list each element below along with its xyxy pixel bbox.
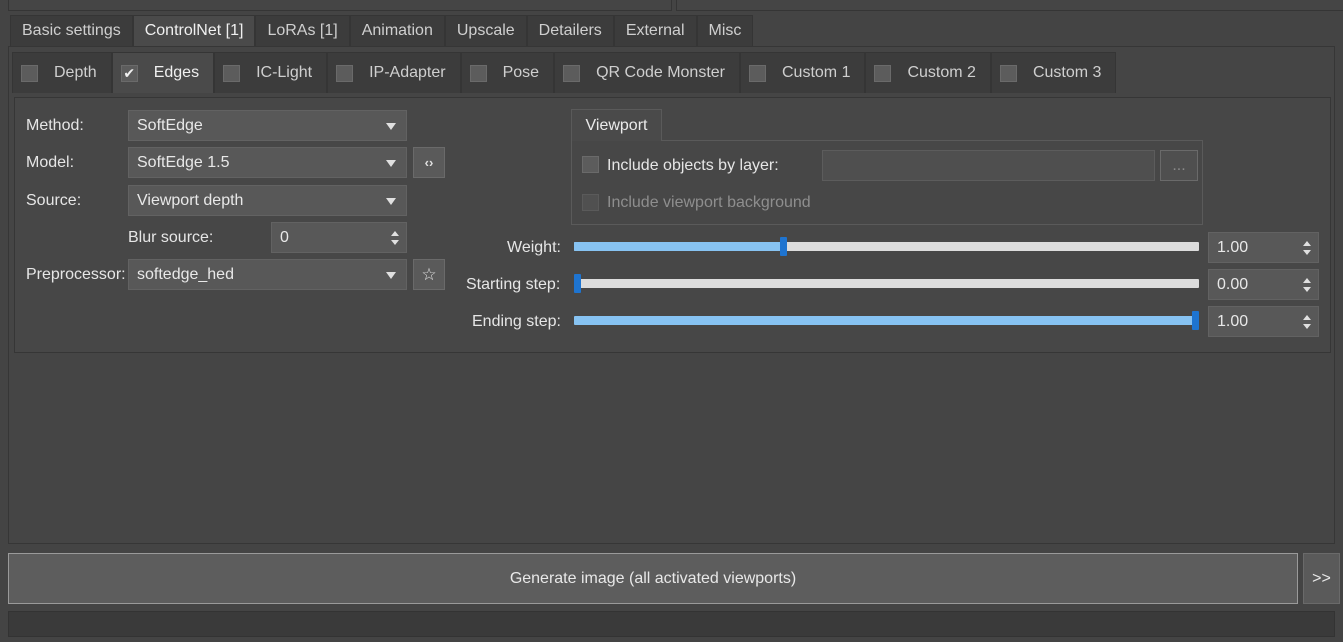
tab-controlnet[interactable]: ControlNet [1] <box>132 15 256 46</box>
viewport-tab[interactable]: Viewport <box>571 109 662 141</box>
tab-external[interactable]: External <box>613 15 697 46</box>
weight-spinbox[interactable]: 1.00 <box>1208 232 1319 263</box>
ending-step-slider-track[interactable] <box>574 316 1199 325</box>
tab-upscale[interactable]: Upscale <box>444 15 527 46</box>
status-bar <box>8 611 1335 637</box>
refresh-icon: ‹› <box>424 155 434 170</box>
custom-1-checkbox[interactable] <box>749 64 766 82</box>
preprocessor-select[interactable]: softedge_hed <box>128 259 407 290</box>
source-label: Source: <box>26 192 82 209</box>
blur-source-label: Blur source: <box>128 229 214 246</box>
include-background-checkbox[interactable] <box>582 194 599 211</box>
starting-step-spinbox[interactable]: 0.00 <box>1208 269 1319 300</box>
preprocessor-label: Preprocessor: <box>26 266 126 283</box>
ip-adapter-checkbox[interactable] <box>336 64 354 82</box>
method-label: Method: <box>26 117 84 134</box>
chevron-down-icon <box>386 197 396 205</box>
ending-step-slider-fill <box>574 316 1199 325</box>
subtab-edges[interactable]: ✔ Edges <box>111 52 215 93</box>
spin-down-icon[interactable] <box>391 239 399 245</box>
subtab-custom-1[interactable]: Custom 1 <box>740 52 866 93</box>
spin-down-icon[interactable] <box>1303 323 1311 329</box>
model-select[interactable]: SoftEdge 1.5 <box>128 147 407 178</box>
starting-step-slider-track[interactable] <box>574 279 1199 288</box>
spin-up-icon[interactable] <box>1303 314 1311 320</box>
tab-misc[interactable]: Misc <box>696 15 754 46</box>
subtab-custom-2[interactable]: Custom 2 <box>865 52 991 93</box>
include-layer-checkbox[interactable] <box>582 156 599 173</box>
weight-slider-track[interactable] <box>574 242 1199 251</box>
star-icon: ☆ <box>421 264 437 284</box>
subtab-qr-code-monster[interactable]: QR Code Monster <box>554 52 740 93</box>
tab-animation[interactable]: Animation <box>349 15 445 46</box>
ending-step-label: Ending step: <box>472 313 561 330</box>
subtab-ic-light[interactable]: IC-Light <box>214 52 328 93</box>
chevron-down-icon <box>386 159 396 167</box>
pose-checkbox[interactable] <box>469 64 487 82</box>
layer-input[interactable] <box>822 150 1155 181</box>
browse-layers-button[interactable]: ... <box>1160 150 1198 181</box>
include-background-label: Include viewport background <box>607 194 811 211</box>
chevron-down-icon <box>386 122 396 130</box>
top-panel-left <box>8 0 672 11</box>
refresh-models-button[interactable]: ‹› <box>413 147 445 178</box>
subtab-pose[interactable]: Pose <box>460 52 555 93</box>
weight-slider-handle[interactable] <box>779 237 787 256</box>
qr-code-monster-checkbox[interactable] <box>563 64 581 82</box>
weight-label: Weight: <box>507 239 561 256</box>
subtab-ip-adapter[interactable]: IP-Adapter <box>327 52 461 93</box>
ending-step-spinbox[interactable]: 1.00 <box>1208 306 1319 337</box>
spin-up-icon[interactable] <box>1303 240 1311 246</box>
spin-up-icon[interactable] <box>391 230 399 236</box>
weight-slider-fill <box>574 242 783 251</box>
blur-source-spinbox[interactable]: 0 <box>271 222 407 253</box>
custom-3-checkbox[interactable] <box>999 64 1017 82</box>
spin-down-icon[interactable] <box>1303 286 1311 292</box>
method-select[interactable]: SoftEdge <box>128 110 407 141</box>
tab-basic-settings[interactable]: Basic settings <box>10 15 133 46</box>
subtab-depth[interactable]: Depth <box>12 52 112 93</box>
depth-checkbox[interactable] <box>21 64 38 82</box>
custom-2-checkbox[interactable] <box>874 64 892 82</box>
more-options-button[interactable]: >> <box>1303 553 1340 604</box>
model-label: Model: <box>26 154 75 171</box>
starting-step-slider-handle[interactable] <box>574 274 581 293</box>
ending-step-slider-handle[interactable] <box>1192 311 1199 330</box>
tab-detailers[interactable]: Detailers <box>526 15 614 46</box>
source-select[interactable]: Viewport depth <box>128 185 407 216</box>
edges-checkbox[interactable]: ✔ <box>120 64 138 82</box>
controlnet-tab-bar: Depth ✔ Edges IC-Light IP-Adapter Pose QR… <box>12 52 1117 93</box>
spin-down-icon[interactable] <box>1303 249 1311 255</box>
subtab-custom-3[interactable]: Custom 3 <box>990 52 1117 93</box>
checkmark-icon: ✔ <box>123 64 136 81</box>
ic-light-checkbox[interactable] <box>223 64 241 82</box>
favorite-preprocessor-button[interactable]: ☆ <box>413 259 445 290</box>
tab-loras[interactable]: LoRAs [1] <box>255 15 350 46</box>
chevron-down-icon <box>386 271 396 279</box>
top-panel-right <box>676 0 1343 11</box>
generate-image-button[interactable]: Generate image (all activated viewports) <box>8 553 1298 604</box>
spin-up-icon[interactable] <box>1303 277 1311 283</box>
main-tab-bar: Basic settings ControlNet [1] LoRAs [1] … <box>10 15 754 46</box>
starting-step-label: Starting step: <box>466 276 561 293</box>
include-layer-label: Include objects by layer: <box>607 157 779 174</box>
